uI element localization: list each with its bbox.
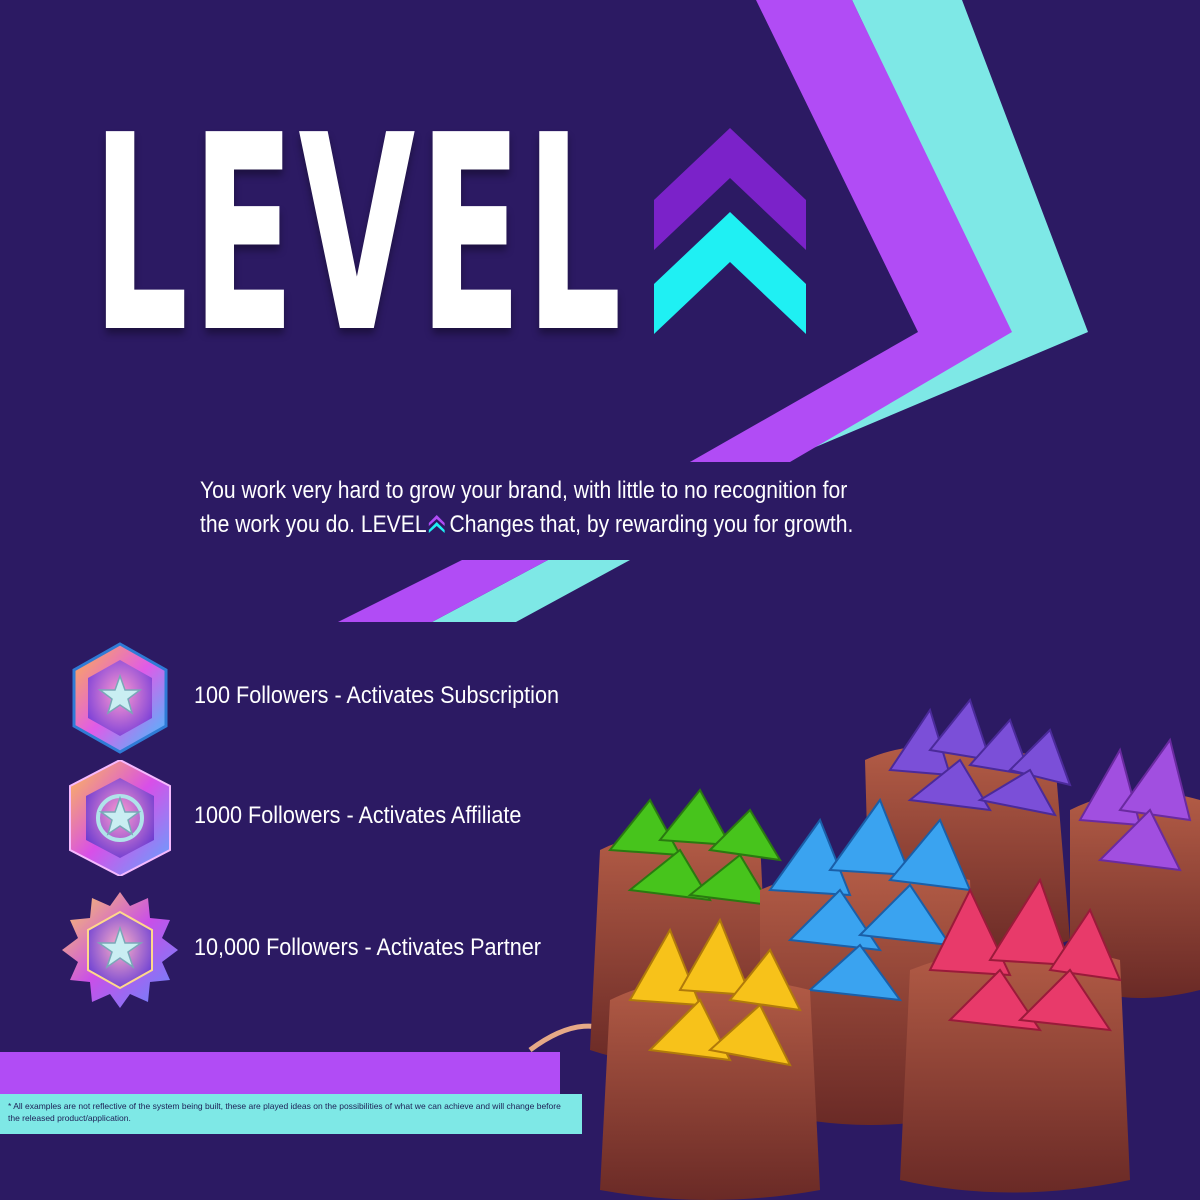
intro-line-2-start: the work you do. LEVEL [200,511,427,538]
intro-line-2-end: Changes that, by rewarding you for growt… [449,511,854,538]
tier-label: 10,000 Followers - Activates Partner [194,934,541,961]
star-hexagon-badge-icon [69,760,171,876]
double-chevron-up-icon [429,515,446,533]
tier-item: 100 Followers - Activates Subscription [62,640,582,770]
tier-label: 1000 Followers - Activates Affiliate [194,802,522,829]
tier-item: 1000 Followers - Activates Affiliate [62,760,582,890]
intro-line-1: You work very hard to grow your brand, w… [200,477,848,504]
gem-sacks-illustration [528,697,1200,1200]
star-hexagon-badge-icon [72,642,168,754]
purple-gems [888,697,1072,817]
intro-text: You work very hard to grow your brand, w… [200,474,853,542]
page-title: LEVEL [92,77,626,392]
double-chevron-up-icon [654,128,806,334]
purple-bottom-bar [0,1052,560,1094]
level-up-poster: LEVEL You work very hard to grow your br… [0,0,1200,1200]
tier-label: 100 Followers - Activates Subscription [194,682,559,709]
intro-line-2: the work you do. LEVEL Changes that, by r… [200,508,853,542]
disclaimer-footnote: * All examples are not reflective of the… [8,1101,561,1123]
star-spiked-badge-icon [62,892,178,1008]
tier-item: 10,000 Followers - Activates Partner [62,892,582,1022]
